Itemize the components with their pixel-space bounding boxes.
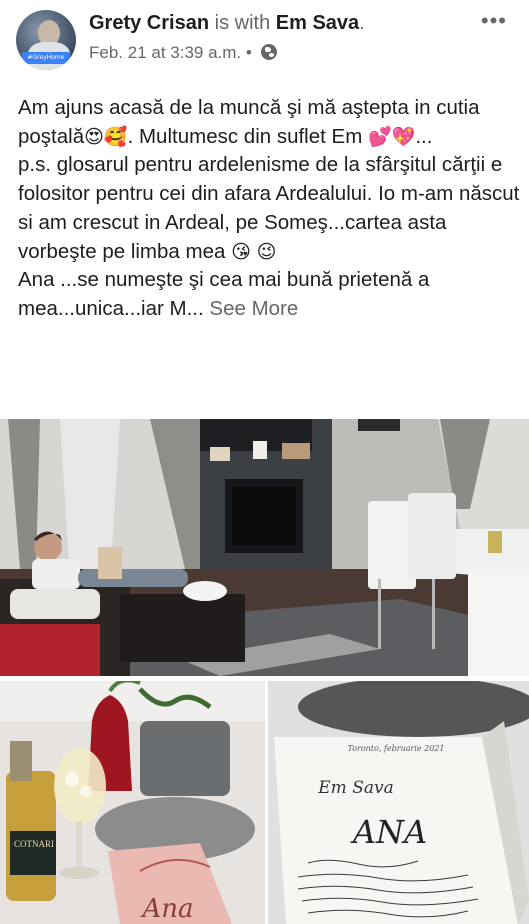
post-header: #GreyHome Grety Crisan is with Em Sava. … xyxy=(0,0,529,78)
living-room-illustration xyxy=(0,419,529,676)
meta-separator: • xyxy=(245,43,252,62)
text-line2-end: ... xyxy=(415,124,433,148)
book-author-text: Em Sava xyxy=(317,778,393,798)
post-photo-wine-book[interactable]: COTNARI Ana xyxy=(0,681,265,924)
tagged-suffix: . xyxy=(359,12,365,34)
author-name[interactable]: Grety Crisan xyxy=(89,12,209,34)
post-paragraph-2: p.s. glosarul pentru ardelenisme de la s… xyxy=(18,151,523,266)
more-options-button[interactable]: ••• xyxy=(481,8,507,34)
avatar-badge: #GreyHome xyxy=(22,52,70,64)
globe-icon[interactable] xyxy=(260,44,277,60)
post-paragraph-1: Am ajuns acasă de la muncă şi mă aştepta… xyxy=(18,94,523,151)
more-horizontal-icon: ••• xyxy=(480,8,507,33)
text-line1-end: . Multumesc din suflet Em xyxy=(127,124,363,148)
post-body: Am ajuns acasă de la muncă şi mă aştepta… xyxy=(18,94,523,324)
sparkling-heart-emoji-icon: 💖 xyxy=(391,125,416,148)
bottle-label-text: COTNARI xyxy=(14,839,54,849)
post-timestamp[interactable]: Feb. 21 at 3:39 a.m. xyxy=(89,43,241,62)
post-paragraph-3: Ana ...se numeşte şi cea mai bună priete… xyxy=(18,266,523,323)
book-city-text: Toronto, februarie 2021 xyxy=(347,744,444,753)
two-hearts-emoji-icon: 💕 xyxy=(368,125,392,148)
post-author-line: Grety Crisan is with Em Sava. xyxy=(89,10,365,36)
heart-eyes-emoji-icon: 😍 xyxy=(84,125,104,148)
see-more-link[interactable]: See More xyxy=(209,297,298,320)
tagged-name[interactable]: Em Sava xyxy=(276,12,359,34)
book-spine-title: Ana xyxy=(140,894,193,924)
post-photo-book-inscription[interactable]: Toronto, februarie 2021 Em Sava ANA xyxy=(268,681,529,924)
book-inscription-illustration: Toronto, februarie 2021 Em Sava ANA xyxy=(268,681,529,924)
kiss-emoji-icon: 😘 xyxy=(231,240,251,263)
smiling-hearts-emoji-icon: 🥰 xyxy=(103,125,128,148)
wine-book-illustration: COTNARI Ana xyxy=(0,681,265,924)
post-photo-living-room[interactable] xyxy=(0,419,529,676)
book-cover-title: ANA xyxy=(350,813,427,851)
with-label: is with xyxy=(214,12,271,34)
post-meta: Feb. 21 at 3:39 a.m. • xyxy=(89,42,277,64)
author-avatar[interactable]: #GreyHome xyxy=(16,10,76,70)
wink-emoji-icon: 😉 xyxy=(256,240,277,263)
